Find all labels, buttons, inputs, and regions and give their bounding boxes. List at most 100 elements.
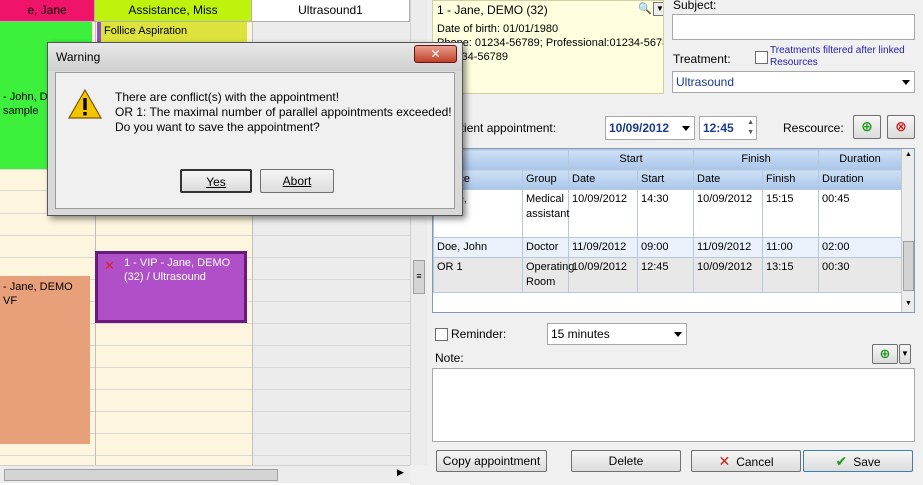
remove-resource-button[interactable]: ⊗ xyxy=(887,115,915,139)
appointment-form: 1 - Jane, DEMO (32) Date of birth: 01/01… xyxy=(427,0,923,485)
table-cell: Doe, John xyxy=(433,237,523,258)
appointment-jane-vf[interactable]: - Jane, DEMO VF xyxy=(0,276,90,444)
table-row[interactable]: tance, Medical assistant 10/09/2012 14:3… xyxy=(433,189,903,238)
dialog-message: There are conflict(s) with the appointme… xyxy=(115,90,455,135)
column-header[interactable]: Finish xyxy=(762,169,820,190)
search-icon[interactable]: 🔍 xyxy=(638,2,652,16)
dialog-close-button[interactable]: ✕ xyxy=(414,45,457,63)
add-note-button[interactable]: ⊕ xyxy=(872,344,898,364)
scroll-thumb[interactable] xyxy=(4,469,278,481)
column-header[interactable]: Date xyxy=(693,169,764,190)
appointment-time-spinner[interactable]: 12:45 ▲ ▼ xyxy=(699,116,757,140)
appointment-date-picker[interactable]: 10/09/2012 xyxy=(605,116,695,140)
dialog-message-line: Do you want to save the appointment? xyxy=(115,120,320,134)
warning-dialog[interactable]: Warning ✕ There are conflict(s) with the… xyxy=(47,42,463,216)
remove-icon: ⊗ xyxy=(895,118,907,134)
subject-input[interactable] xyxy=(672,14,915,40)
treatment-filter-checkbox[interactable] xyxy=(755,51,768,64)
column-header[interactable]: Date xyxy=(568,169,638,190)
treatment-filter-label: Treatments filtered after linked Resourc… xyxy=(770,45,905,68)
appointment-text: - Jane, DEMO VF xyxy=(3,281,73,307)
plus-icon: ⊕ xyxy=(861,118,873,134)
patient-dob: Date of birth: 01/01/1980 xyxy=(437,23,559,35)
table-cell: 11:00 xyxy=(762,237,820,258)
table-cell: OR 1 xyxy=(433,257,523,293)
dialog-titlebar[interactable]: Warning ✕ xyxy=(48,43,462,71)
scroll-up-icon[interactable]: ▲ xyxy=(905,151,912,158)
scroll-thumb[interactable]: ≡ xyxy=(413,260,425,294)
reminder-checkbox[interactable] xyxy=(435,328,448,341)
checkmark-icon: ✔ xyxy=(835,453,848,469)
column-header[interactable]: Duration xyxy=(818,169,903,190)
duration-group-header: Duration xyxy=(818,149,903,170)
save-button[interactable]: ✔ Save xyxy=(803,450,913,472)
abort-button[interactable]: Abort xyxy=(260,169,334,193)
treatment-label: Treatment: xyxy=(673,52,731,66)
close-icon: ✕ xyxy=(430,47,441,61)
finish-group-header: Finish xyxy=(693,149,820,170)
table-vertical-scrollbar[interactable]: ▲ ▼ xyxy=(901,149,914,312)
note-label: Note: xyxy=(435,351,464,365)
table-cell: 11/09/2012 xyxy=(568,237,638,258)
plus-icon: ⊕ xyxy=(879,346,891,361)
chevron-down-icon xyxy=(674,332,682,337)
scroll-thumb[interactable] xyxy=(903,241,914,291)
table-cell: 11/09/2012 xyxy=(693,237,764,258)
column-header[interactable]: Group xyxy=(522,169,569,190)
chevron-down-icon xyxy=(682,126,690,131)
table-cell: 13:15 xyxy=(762,257,820,293)
cancel-x-icon: ✕ xyxy=(718,453,731,469)
table-cell: 02:00 xyxy=(818,237,903,258)
appointment-text: 1 - VIP - Jane, DEMO (32) / Ultrasound xyxy=(124,257,231,283)
add-resource-button[interactable]: ⊕ xyxy=(853,115,881,139)
table-row[interactable]: Doe, John Doctor 11/09/2012 09:00 11/09/… xyxy=(433,237,903,258)
scroll-right-icon[interactable]: ▶ xyxy=(397,467,404,478)
chevron-down-icon[interactable]: ▼ xyxy=(653,2,663,16)
table-cell: 00:45 xyxy=(818,189,903,238)
appointment-text: Follice Aspiration xyxy=(104,25,188,37)
appointment-vip-jane[interactable]: ✕ 1 - VIP - Jane, DEMO (32) / Ultrasound xyxy=(95,251,247,323)
yes-button[interactable]: Yes xyxy=(180,169,252,193)
table-cell: 14:30 xyxy=(636,189,695,238)
resources-table-container[interactable]: Start Finish Duration source Group Date … xyxy=(432,148,915,313)
cancel-button[interactable]: ✕ Cancel xyxy=(691,450,801,472)
start-group-header: Start xyxy=(567,149,695,170)
dialog-message-line: There are conflict(s) with the appointme… xyxy=(115,90,340,104)
reminder-label: Reminder: xyxy=(451,327,507,341)
column-header-ultrasound[interactable]: Ultrasound1 xyxy=(252,0,410,22)
table-group-header-row: Start Finish Duration xyxy=(433,149,903,170)
scroll-down-icon[interactable]: ▼ xyxy=(905,300,912,307)
patient-info-panel: 1 - Jane, DEMO (32) Date of birth: 01/01… xyxy=(432,0,664,94)
table-cell: Operating Room xyxy=(522,257,574,293)
table-cell: 10/09/2012 xyxy=(568,257,638,293)
column-header-assistance[interactable]: Assistance, Miss xyxy=(95,0,252,22)
column-header-label: Ultrasound1 xyxy=(298,3,363,17)
note-textarea[interactable] xyxy=(432,368,915,442)
spinner-arrows-icon[interactable]: ▲ ▼ xyxy=(747,118,754,138)
column-header-jane[interactable]: e, Jane xyxy=(0,0,95,22)
patient-phone: Phone: 01234-56789; Professional:01234-5… xyxy=(437,37,664,49)
table-cell: 10/09/2012 xyxy=(693,189,764,238)
column-header-label: e, Jane xyxy=(27,3,67,17)
table-cell: 09:00 xyxy=(636,237,695,258)
chevron-down-icon xyxy=(902,80,910,85)
table-row[interactable]: OR 1 Operating Room 10/09/2012 12:45 10/… xyxy=(433,257,903,293)
column-header[interactable]: Start xyxy=(636,169,695,190)
delete-button[interactable]: Delete xyxy=(571,450,681,472)
table-cell: 15:15 xyxy=(762,189,820,238)
table-cell: 10/09/2012 xyxy=(693,257,764,293)
chevron-down-icon: ▼ xyxy=(901,349,909,358)
add-note-dropdown[interactable]: ▼ xyxy=(899,344,911,364)
copy-appointment-button[interactable]: Copy appointment xyxy=(436,450,547,472)
table-cell: Doctor xyxy=(522,237,569,258)
calendar-horizontal-scrollbar[interactable]: ▶ xyxy=(0,465,410,483)
treatment-select[interactable]: Ultrasound xyxy=(672,71,915,93)
dialog-title: Warning xyxy=(56,50,101,64)
patient-mobile: : 01234-56789 xyxy=(437,51,508,63)
resources-table: Start Finish Duration source Group Date … xyxy=(433,149,903,293)
patient-insurance: ance: xyxy=(437,64,659,78)
reminder-select[interactable]: 15 minutes xyxy=(547,323,687,345)
warning-icon xyxy=(68,89,102,119)
dialog-body: There are conflict(s) with the appointme… xyxy=(55,72,455,209)
table-cell: 10/09/2012 xyxy=(568,189,638,238)
